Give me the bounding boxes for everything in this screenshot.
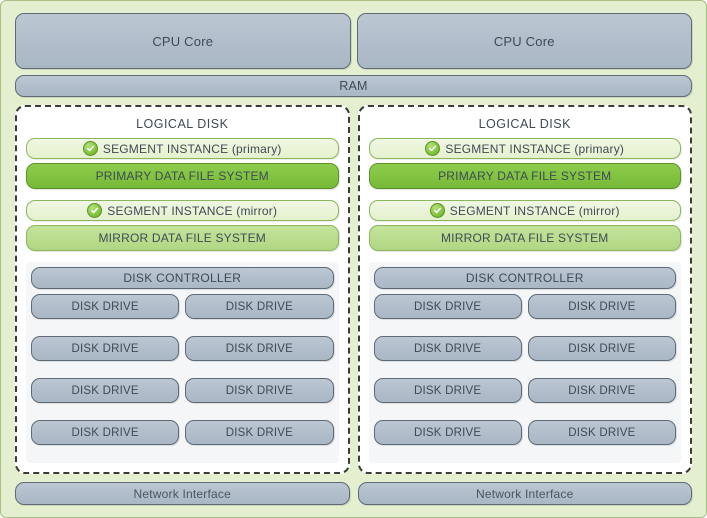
disk-drive-label: DISK DRIVE <box>225 342 293 355</box>
disk-drive-grid: DISK DRIVE DISK DRIVE DISK DRIVE DISK DR… <box>31 294 334 457</box>
check-circle-icon <box>82 141 98 156</box>
mirror-data-file-system-label: MIRROR DATA FILE SYSTEM <box>98 231 266 245</box>
logical-disk-row: LOGICAL DISK SEGMENT INSTANCE (primary) … <box>15 105 692 474</box>
disk-drive-label: DISK DRIVE <box>568 342 636 355</box>
segment-instance-primary: SEGMENT INSTANCE (primary) <box>368 138 681 159</box>
disk-drive: DISK DRIVE <box>373 420 522 445</box>
disk-drive: DISK DRIVE <box>31 336 180 361</box>
disk-drive-label: DISK DRIVE <box>568 426 636 439</box>
cpu-core-1: CPU Core <box>356 13 692 69</box>
network-interface-0: Network Interface <box>15 482 350 505</box>
disk-drive: DISK DRIVE <box>185 378 334 403</box>
disk-drive: DISK DRIVE <box>373 378 522 403</box>
disk-drive: DISK DRIVE <box>31 294 180 319</box>
disk-drive-label: DISK DRIVE <box>225 300 293 313</box>
disk-drive-label: DISK DRIVE <box>71 426 139 439</box>
primary-data-file-system: PRIMARY DATA FILE SYSTEM <box>26 163 339 189</box>
segment-instance-mirror: SEGMENT INSTANCE (mirror) <box>26 200 339 221</box>
segment-instance-label: SEGMENT INSTANCE (primary) <box>445 141 625 156</box>
network-interface-row: Network Interface Network Interface <box>15 482 692 505</box>
segment-spacer <box>26 189 339 200</box>
disk-drive-label: DISK DRIVE <box>414 342 482 355</box>
primary-data-file-system-label: PRIMARY DATA FILE SYSTEM <box>95 169 269 183</box>
segment-instance-label: SEGMENT INSTANCE (mirror) <box>107 203 278 218</box>
mirror-data-file-system: MIRROR DATA FILE SYSTEM <box>26 225 339 251</box>
disk-drive-label: DISK DRIVE <box>71 300 139 313</box>
disk-controller-label: DISK CONTROLLER <box>465 271 584 285</box>
logical-disk-title: LOGICAL DISK <box>478 117 571 131</box>
disk-drive-label: DISK DRIVE <box>71 342 139 355</box>
disk-drive-label: DISK DRIVE <box>414 426 482 439</box>
disk-drive: DISK DRIVE <box>527 294 676 319</box>
disk-controller: DISK CONTROLLER <box>373 267 676 289</box>
disk-drive: DISK DRIVE <box>31 378 180 403</box>
network-interface-label: Network Interface <box>476 486 574 501</box>
check-circle-icon <box>87 203 103 218</box>
primary-data-file-system: PRIMARY DATA FILE SYSTEM <box>368 163 681 189</box>
primary-data-file-system-label: PRIMARY DATA FILE SYSTEM <box>438 169 612 183</box>
cpu-core-0: CPU Core <box>15 13 351 69</box>
ram-bar: RAM <box>15 75 692 97</box>
disk-drive: DISK DRIVE <box>373 336 522 361</box>
disk-drive: DISK DRIVE <box>31 420 180 445</box>
disk-drive: DISK DRIVE <box>527 378 676 403</box>
storage-panel: DISK CONTROLLER DISK DRIVE DISK DRIVE DI… <box>26 262 339 463</box>
disk-drive-label: DISK DRIVE <box>71 384 139 397</box>
network-interface-1: Network Interface <box>357 482 692 505</box>
disk-drive-grid: DISK DRIVE DISK DRIVE DISK DRIVE DISK DR… <box>373 294 676 457</box>
cpu-core-label: CPU Core <box>493 33 555 49</box>
storage-panel: DISK CONTROLLER DISK DRIVE DISK DRIVE DI… <box>368 262 681 463</box>
disk-drive: DISK DRIVE <box>185 336 334 361</box>
check-circle-icon <box>429 203 445 218</box>
segment-instance-label: SEGMENT INSTANCE (mirror) <box>449 203 620 218</box>
host-system-diagram: CPU Core CPU Core RAM LOGICAL DISK SEGME… <box>0 0 707 518</box>
mirror-data-file-system: MIRROR DATA FILE SYSTEM <box>368 225 681 251</box>
segment-instance-mirror: SEGMENT INSTANCE (mirror) <box>368 200 681 221</box>
segment-instance-primary: SEGMENT INSTANCE (primary) <box>26 138 339 159</box>
cpu-core-label: CPU Core <box>152 33 214 49</box>
segment-spacer <box>369 189 682 200</box>
network-interface-label: Network Interface <box>133 486 231 501</box>
logical-disk-title: LOGICAL DISK <box>136 117 229 131</box>
disk-controller: DISK CONTROLLER <box>31 267 334 289</box>
logical-disk-1: LOGICAL DISK SEGMENT INSTANCE (primary) … <box>357 105 692 474</box>
disk-drive: DISK DRIVE <box>527 336 676 361</box>
check-circle-icon <box>425 141 441 156</box>
mirror-data-file-system-label: MIRROR DATA FILE SYSTEM <box>440 231 609 245</box>
logical-disk-0: LOGICAL DISK SEGMENT INSTANCE (primary) … <box>15 105 350 474</box>
disk-drive-label: DISK DRIVE <box>414 300 482 313</box>
disk-drive-label: DISK DRIVE <box>225 384 293 397</box>
disk-drive-label: DISK DRIVE <box>568 384 636 397</box>
disk-drive-label: DISK DRIVE <box>568 300 636 313</box>
disk-drive: DISK DRIVE <box>373 294 522 319</box>
disk-drive-label: DISK DRIVE <box>225 426 293 439</box>
ram-label: RAM <box>339 79 368 93</box>
disk-drive: DISK DRIVE <box>527 420 676 445</box>
disk-drive: DISK DRIVE <box>185 420 334 445</box>
cpu-core-row: CPU Core CPU Core <box>15 13 692 69</box>
disk-drive-label: DISK DRIVE <box>414 384 482 397</box>
disk-drive: DISK DRIVE <box>185 294 334 319</box>
segment-instance-label: SEGMENT INSTANCE (primary) <box>102 141 282 156</box>
disk-controller-label: DISK CONTROLLER <box>123 271 242 285</box>
